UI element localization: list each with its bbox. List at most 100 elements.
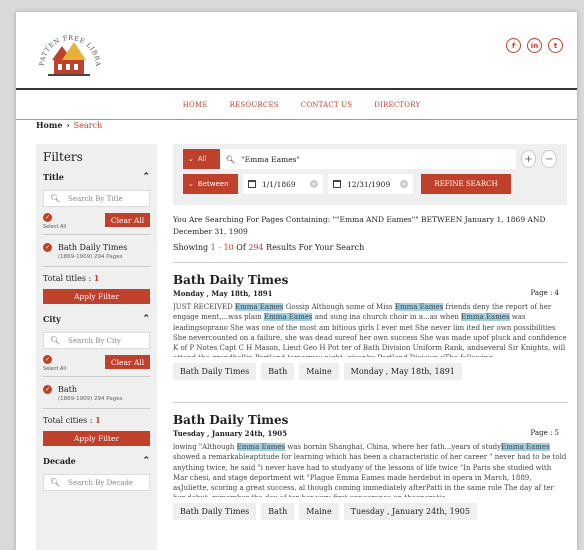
section-label: City [43,314,61,324]
social-links: f in t [506,38,563,53]
result-page: Page : 5 [530,429,559,438]
main-content: ⌄ All 🔍︎ "Emma Eames" + − ⌄ Between 1/1/… [173,144,567,528]
end-date-input[interactable]: 12/31/1909 × [328,174,413,194]
result-tags: Bath Daily Times Bath Maine Monday , May… [173,363,567,381]
section-label: Decade [43,456,76,466]
tag-title[interactable]: Bath Daily Times [173,503,257,521]
clear-date-icon[interactable]: × [310,180,318,188]
search-highlight: Emma Eames [264,313,313,322]
scope-value: All [197,155,207,163]
divider [43,408,150,409]
divider [43,266,150,267]
result-item: Bath Daily Times Monday , May 18th, 1891… [173,263,567,388]
search-summary: You Are Searching For Pages Containing: … [173,215,546,236]
check-icon[interactable]: ✓ [43,213,52,222]
query-value: "Emma Eames" [241,154,300,164]
add-row-button[interactable]: + [520,150,537,168]
facebook-icon[interactable]: f [506,38,521,53]
city-search-placeholder: Search By City [68,336,121,345]
total-cities: Total cities : 1 [43,415,101,425]
tag-state[interactable]: Maine [299,503,339,521]
calendar-icon [333,180,341,188]
apply-filter-button[interactable]: Apply Filter [43,289,150,304]
result-item: Bath Daily Times Tuesday , January 24th,… [173,403,567,528]
clear-all-button[interactable]: Clear All [105,213,150,227]
chevron-up-icon[interactable]: ⌃ [142,314,150,324]
remove-row-button[interactable]: − [541,150,558,168]
apply-filter-button[interactable]: Apply Filter [43,431,150,446]
filter-option[interactable]: ✓ Bath Daily Times (1869-1909) 294 Pages [43,243,150,260]
site-header: PATTEN FREE LIBRARY f in t [16,12,577,90]
check-icon[interactable]: ✓ [43,355,52,364]
chevron-up-icon[interactable]: ⌃ [142,172,150,182]
date-row: ⌄ Between 1/1/1869 × 12/31/1909 × REFINE… [183,174,557,194]
filters-sidebar: Filters Title ⌃ 🔍︎ Search By Title ✓ Sel… [36,144,157,550]
main-nav: HOME RESOURCES CONTACT US DIRECTORY [16,90,577,120]
select-all-row: ✓ Select All Clear All [43,213,150,230]
check-icon[interactable]: ✓ [43,243,52,252]
nav-home[interactable]: HOME [183,101,208,109]
calendar-icon [248,180,256,188]
search-highlight: Emma Eames [394,303,444,312]
search-icon: 🔍︎ [50,336,61,345]
result-date: Monday , May 18th, 1891 [173,289,273,299]
tag-state[interactable]: Maine [299,363,339,381]
scope-dropdown[interactable]: ⌄ All [183,149,220,169]
linkedin-icon[interactable]: in [527,38,542,53]
search-icon: 🔍︎ [225,154,236,164]
result-title[interactable]: Bath Daily Times [173,413,567,427]
total-titles: Total titles : 1 [43,273,100,283]
decade-search-input[interactable]: 🔍︎ Search By Decade [43,474,150,491]
tag-date[interactable]: Tuesday , January 24th, 1905 [343,503,477,521]
section-label: Title [43,172,64,182]
tag-city[interactable]: Bath [261,503,295,521]
divider [43,234,150,235]
title-search-input[interactable]: 🔍︎ Search By Title [43,190,150,207]
query-input[interactable]: 🔍︎ "Emma Eames" [219,149,516,169]
chevron-up-icon[interactable]: ⌃ [142,456,150,466]
search-highlight: Emma Eames [235,303,284,312]
breadcrumb-home[interactable]: Home [36,120,62,130]
filter-option[interactable]: ✓ Bath (1869-1909) 294 Pages [43,385,150,402]
search-highlight: Emma Eames [461,313,510,322]
result-snippet: lowing "Although Emma Eames was bornin S… [173,443,567,497]
result-tags: Bath Daily Times Bath Maine Tuesday , Ja… [173,503,567,521]
check-icon[interactable]: ✓ [43,385,52,394]
library-logo[interactable]: PATTEN FREE LIBRARY [34,22,104,84]
result-title[interactable]: Bath Daily Times [173,273,567,287]
end-date-value: 12/31/1909 [347,179,391,189]
title-search-placeholder: Search By Title [68,194,123,203]
select-all-label: Select All [43,366,67,372]
result-meta: Tuesday , January 24th, 1905 Page : 5 [173,429,567,438]
result-date: Tuesday , January 24th, 1905 [173,429,288,439]
search-icon: 🔍︎ [50,478,61,487]
start-date-input[interactable]: 1/1/1869 × [243,174,323,194]
select-all[interactable]: ✓ Select All [43,355,66,372]
result-page: Page : 4 [530,289,559,298]
result-meta: Monday , May 18th, 1891 Page : 4 [173,289,567,298]
chevron-down-icon: ⌄ [188,180,194,188]
city-search-input[interactable]: 🔍︎ Search By City [43,332,150,349]
clear-date-icon[interactable]: × [400,180,408,188]
nav-contact-us[interactable]: CONTACT US [301,101,353,109]
filter-section-title[interactable]: Title ⌃ [43,172,150,182]
refine-search-button[interactable]: REFINE SEARCH [421,174,511,194]
filter-section-decade[interactable]: Decade ⌃ [43,456,150,466]
clear-all-button[interactable]: Clear All [105,355,150,369]
breadcrumb-current: Search [73,121,103,130]
twitter-icon[interactable]: t [548,38,563,53]
date-mode-dropdown[interactable]: ⌄ Between [183,174,238,194]
result-snippet: JUST RECEIVED Emma Eames Gossip Although… [173,303,567,357]
filter-section-city[interactable]: City ⌃ [43,314,150,324]
option-label: Bath [58,385,78,394]
nav-directory[interactable]: DIRECTORY [374,101,420,109]
start-date-value: 1/1/1869 [262,179,296,189]
tag-date[interactable]: Monday , May 18th, 1891 [343,363,462,381]
tag-city[interactable]: Bath [261,363,295,381]
nav-resources[interactable]: RESOURCES [230,101,279,109]
option-sub: (1869-1909) 294 Pages [58,254,123,260]
tag-title[interactable]: Bath Daily Times [173,363,257,381]
query-row: ⌄ All 🔍︎ "Emma Eames" + − [183,149,558,169]
select-all[interactable]: ✓ Select All [43,213,66,230]
search-highlight: Emma Eames [236,443,286,452]
